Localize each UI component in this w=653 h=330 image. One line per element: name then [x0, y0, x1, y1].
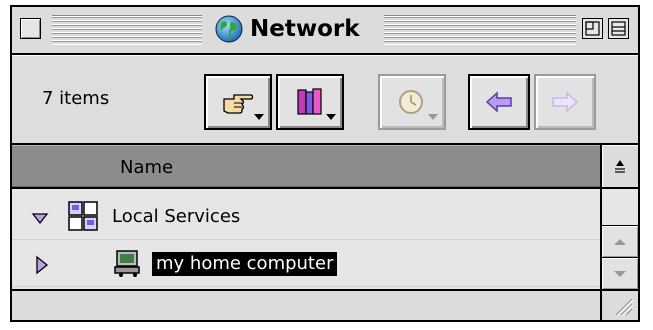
disclosure-triangle-expanded-icon[interactable]: [30, 208, 50, 228]
column-header-label: Name: [120, 157, 174, 178]
back-arrow-icon: [485, 91, 512, 113]
computer-icon: [114, 250, 140, 277]
title-stripes-left: [52, 15, 202, 45]
toolbar-button-favorites[interactable]: [276, 74, 344, 130]
disclosure-triangle-collapsed-icon[interactable]: [32, 255, 52, 275]
resize-handle[interactable]: [600, 289, 638, 320]
items-count: 7 items: [42, 88, 110, 109]
dropdown-arrow-icon: [428, 114, 438, 120]
scroll-up-arrow-icon: [614, 238, 626, 245]
column-header-name[interactable]: Name: [12, 145, 600, 189]
pointing-hand-icon: [223, 94, 254, 114]
zoom-icon: [585, 21, 600, 36]
title-bar[interactable]: Network: [12, 7, 638, 55]
collapse-box[interactable]: [608, 18, 629, 39]
horizontal-scrollbar[interactable]: [12, 289, 600, 320]
toolbar-button-pointing-hand[interactable]: [204, 74, 272, 130]
sort-order-icon: [615, 160, 625, 173]
list-item-label: my home computer: [152, 252, 338, 276]
sort-direction-button[interactable]: [600, 145, 638, 189]
windowshade-icon: [611, 21, 626, 36]
list-item-label: Local Services: [112, 206, 241, 227]
window-header: 7 items: [12, 55, 638, 145]
list-item[interactable]: my home computer: [12, 241, 600, 287]
file-list: Local Services my home computer: [12, 189, 600, 289]
scroll-down-button[interactable]: [602, 257, 638, 289]
close-box[interactable]: [20, 18, 41, 39]
vertical-scrollbar[interactable]: [600, 189, 638, 289]
books-icon: [297, 88, 322, 115]
scroll-down-arrow-icon: [614, 270, 626, 277]
zoom-box[interactable]: [582, 18, 603, 39]
dropdown-arrow-icon: [254, 114, 264, 120]
forward-button[interactable]: [534, 74, 596, 130]
resize-grip-icon: [615, 298, 634, 317]
local-services-icon: [68, 201, 98, 231]
window-title-group: Network: [208, 12, 366, 46]
forward-arrow-icon: [552, 91, 579, 113]
scroll-track[interactable]: [602, 189, 638, 225]
toolbar-button-recent[interactable]: [378, 74, 446, 130]
clock-icon: [399, 90, 423, 114]
scroll-up-button[interactable]: [602, 225, 638, 257]
window-title: Network: [250, 16, 360, 42]
back-button[interactable]: [468, 74, 530, 130]
finder-window: Network 7 items Name Local Services my h…: [10, 5, 640, 322]
globe-icon: [215, 15, 243, 43]
title-stripes-right: [384, 15, 576, 45]
list-item[interactable]: Local Services: [12, 194, 600, 240]
dropdown-arrow-icon: [326, 114, 336, 120]
